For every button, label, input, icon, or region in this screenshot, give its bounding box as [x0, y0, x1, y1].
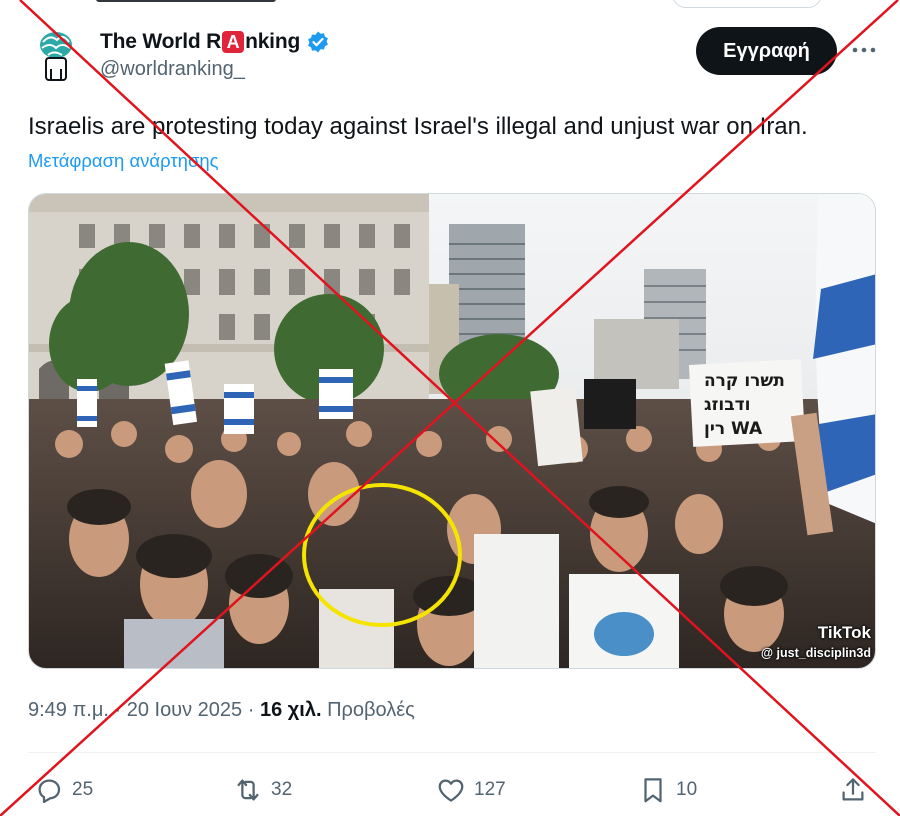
sign-text: ודבוזג — [704, 395, 750, 415]
previous-post-remnant — [0, 0, 900, 10]
bookmark-icon — [644, 778, 662, 803]
verified-badge-icon — [308, 31, 328, 53]
reply-icon — [38, 779, 61, 803]
clipped-button — [672, 0, 822, 8]
author-avatar[interactable] — [30, 28, 80, 84]
repost-button[interactable]: 32 — [233, 770, 292, 810]
views-label: Προβολές — [321, 699, 415, 721]
tweet-text: Israelis are protesting today against Is… — [28, 113, 808, 140]
like-button[interactable]: 127 — [436, 770, 506, 810]
tiktok-username: @ just_disciplin3d — [760, 646, 871, 660]
action-bar: 25 32 127 10 — [0, 770, 900, 810]
heart-icon — [438, 779, 464, 802]
tiktok-logo: TikTok — [817, 623, 871, 642]
author-name-part: The World R — [100, 30, 222, 53]
meta-separator: · — [242, 699, 260, 721]
more-options-button[interactable] — [848, 36, 880, 64]
author-name[interactable]: The World R Anking — [100, 28, 330, 56]
like-count: 127 — [474, 779, 506, 800]
tweet-time[interactable]: 9:49 π.μ. — [28, 699, 109, 721]
reply-button[interactable]: 25 — [34, 770, 93, 810]
translate-post-link[interactable]: Μετάφραση ανάρτησης — [28, 150, 219, 172]
views-count: 16 χιλ. — [259, 699, 322, 721]
more-dots-icon — [852, 47, 876, 53]
divider — [28, 752, 876, 753]
protest-scene: תשרו קרה ודבוזג רין WA — [29, 194, 875, 668]
author-name-part: nking — [245, 30, 301, 53]
share-button[interactable] — [838, 770, 876, 810]
author-handle[interactable]: @worldranking_ — [100, 58, 330, 81]
tweet-metadata: 9:49 π.μ. · 20 Ιουν 2025 · 16 χιλ. Προβο… — [28, 699, 415, 722]
author-name-highlight: A — [222, 31, 245, 53]
meta-separator: · — [108, 699, 127, 721]
globe-brain-logo-icon — [40, 32, 72, 81]
repost-count: 32 — [271, 779, 293, 800]
tiktok-watermark: TikTok @ just_disciplin3d — [761, 623, 871, 662]
tweet-date[interactable]: 20 Ιουν 2025 — [127, 699, 242, 721]
reply-count: 25 — [72, 779, 94, 800]
repost-icon — [237, 779, 259, 801]
follow-button[interactable]: Εγγραφή — [696, 27, 837, 75]
clipped-text — [96, 0, 276, 2]
sign-text: רין WA — [704, 419, 763, 439]
sign-text: תשרו קרה — [704, 371, 785, 391]
bookmark-count: 10 — [676, 779, 698, 800]
bookmark-button[interactable]: 10 — [638, 770, 697, 810]
author-block[interactable]: The World R Anking @worldranking_ — [100, 28, 330, 81]
tweet-video[interactable]: תשרו קרה ודבוזג רין WA TikTok @ just_dis… — [28, 193, 876, 669]
share-icon — [842, 778, 864, 801]
